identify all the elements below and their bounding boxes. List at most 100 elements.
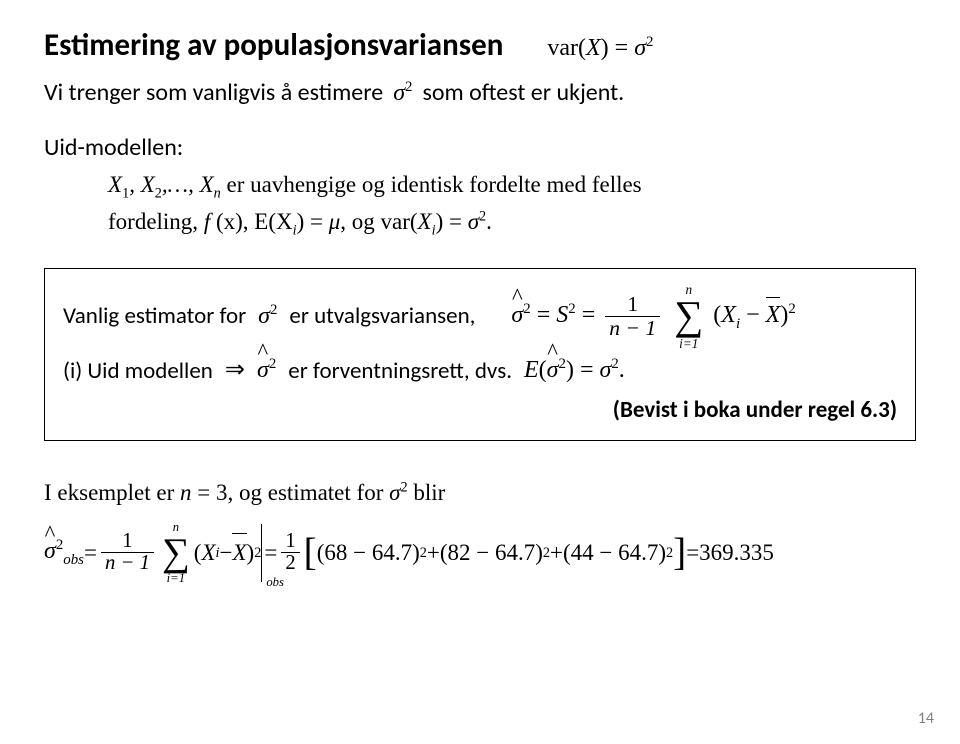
ex-a: I eksemplet er <box>44 480 180 505</box>
sigma-hat2: 2 <box>257 354 276 388</box>
uid-line2: fordeling, f (x), E(Xi) = , og var(Xi) =… <box>108 205 916 242</box>
X: X <box>108 172 122 197</box>
fordeling: fordeling, <box>108 209 204 234</box>
eval-bar-icon: obs <box>261 524 262 582</box>
n: n <box>180 480 192 505</box>
exp-2: 2 <box>56 537 63 553</box>
uid-line1-rest: er uavhengige og identisk fordelte med f… <box>227 172 642 197</box>
sigma-icon <box>511 302 523 328</box>
page-number: 14 <box>918 709 934 728</box>
result: 369.335 <box>699 535 774 571</box>
eq: = <box>537 302 557 328</box>
bracket-close-icon: ] <box>673 523 686 584</box>
eq-mu: ) = <box>297 209 329 234</box>
sigma-hat <box>547 354 559 388</box>
estimator-box: Vanlig estimator for 2 er utvalgsvarians… <box>44 268 916 441</box>
example-line1: I eksemplet er n = 3, og estimatet for 2… <box>44 475 916 511</box>
regel-reference: (Bevist i boka under regel 6.3) <box>63 394 897 426</box>
eq: = <box>686 535 699 571</box>
exp-2: 2 <box>788 301 795 317</box>
exp-2: 2 <box>568 301 575 317</box>
sigma-icon <box>547 357 559 383</box>
sigma2-inline: 2 <box>258 300 277 334</box>
X2: , X <box>129 172 155 197</box>
sigma-hat <box>511 299 523 333</box>
X: X <box>766 302 781 328</box>
sigma-icon <box>599 357 611 383</box>
implies-icon: ⇒ <box>225 354 245 388</box>
exp-2: 2 <box>400 479 407 495</box>
uid-model-block: Uid-modellen: X1, X2,…, Xn er uavhengige… <box>44 133 916 242</box>
dot: . <box>486 209 492 234</box>
sigma-icon <box>468 209 479 234</box>
eq: = <box>264 535 277 571</box>
sub-n: n <box>214 186 221 202</box>
term-3: (44 − 64.7) <box>563 535 666 571</box>
box-l1b: er utvalgsvariansen, <box>289 300 475 332</box>
sigma-hat <box>44 533 56 570</box>
exp-2: 2 <box>270 302 277 318</box>
sigma-icon <box>258 303 270 329</box>
subtitle-pre: Vi trenger som vanligvis å estimere <box>44 78 383 107</box>
fraction-icon: 1 2 <box>281 531 299 575</box>
fraction-icon: 1 n − 1 <box>101 531 154 575</box>
subtitle-post: som oftest er ukjent. <box>422 78 624 107</box>
num-1: 1 <box>118 531 136 553</box>
var-X: X <box>586 35 601 61</box>
title-row: Estimering av populasjonsvariansen var(X… <box>44 26 916 64</box>
eq: = <box>582 302 602 328</box>
Xn: ,…, X <box>162 172 214 197</box>
summation-icon: n ∑ i=1 <box>674 283 703 350</box>
ex-b: = 3, og estimatet for <box>192 480 390 505</box>
exp-2: 2 <box>523 301 530 317</box>
sigma-icon <box>634 35 646 61</box>
uid-model-body: X1, X2,…, Xn er uavhengige og identisk f… <box>108 168 916 242</box>
exp-2: 2 <box>666 542 673 564</box>
plus: + <box>427 535 440 571</box>
uid-line1: X1, X2,…, Xn er uavhengige og identisk f… <box>108 168 916 205</box>
box-l1a: Vanlig estimator for <box>63 300 246 332</box>
E: E <box>524 357 539 383</box>
den-2: 2 <box>281 552 299 575</box>
example-equation: 2obs = 1 n − 1 n ∑ i=1 (Xi − X)2 obs = 1… <box>44 521 916 585</box>
exp-2: 2 <box>420 542 427 564</box>
exp-2: 2 <box>611 356 618 372</box>
example-block: I eksemplet er n = 3, og estimatet for 2… <box>44 475 916 585</box>
Xi: X <box>721 302 736 328</box>
EXi: (x), E(X <box>210 209 292 234</box>
den-nminus1: n − 1 <box>605 316 660 340</box>
page: Estimering av populasjonsvariansen var(X… <box>0 0 960 744</box>
x-bar: X <box>232 535 246 571</box>
sigma-hat <box>257 354 269 388</box>
page-title: Estimering av populasjonsvariansen <box>44 26 503 64</box>
exp-2: 2 <box>269 356 276 372</box>
title-equation: var(X) = 2 <box>547 34 653 62</box>
sigma-icon <box>393 80 405 106</box>
term-1: (68 − 64.7) <box>317 535 420 571</box>
term-2: (82 − 64.7) <box>440 535 543 571</box>
box-line1: Vanlig estimator for 2 er utvalgsvarians… <box>63 283 897 350</box>
mu-icon <box>329 209 341 234</box>
exp-2: 2 <box>254 542 261 564</box>
x-bar: X <box>766 299 781 333</box>
obs-label: obs <box>266 573 284 593</box>
sum-lower: i=1 <box>167 572 185 585</box>
box-l2a: (i) Uid modellen <box>63 355 213 387</box>
sigma-icon <box>257 357 269 383</box>
bracket-open-icon: [ <box>304 523 317 584</box>
ex-c: blir <box>408 480 446 505</box>
num-1: 1 <box>623 293 642 316</box>
sub-obs: obs <box>63 552 84 568</box>
var-text: var( <box>547 35 586 61</box>
summation-icon: n ∑ i=1 <box>162 521 190 585</box>
fraction-icon: 1 n − 1 <box>605 293 660 339</box>
uid-model-label: Uid-modellen: <box>44 133 916 162</box>
exp-2: 2 <box>646 34 653 50</box>
E-equation: E(2) = 2. <box>524 354 625 388</box>
box-l2b: er forventningsrett, dvs. <box>288 355 512 387</box>
sigma-icon <box>44 538 56 564</box>
den-nminus1: n − 1 <box>101 552 154 575</box>
exp-2: 2 <box>559 356 566 372</box>
sigma-icon <box>389 480 400 505</box>
box-line2: (i) Uid modellen ⇒ 2 er forventningsrett… <box>63 354 897 388</box>
